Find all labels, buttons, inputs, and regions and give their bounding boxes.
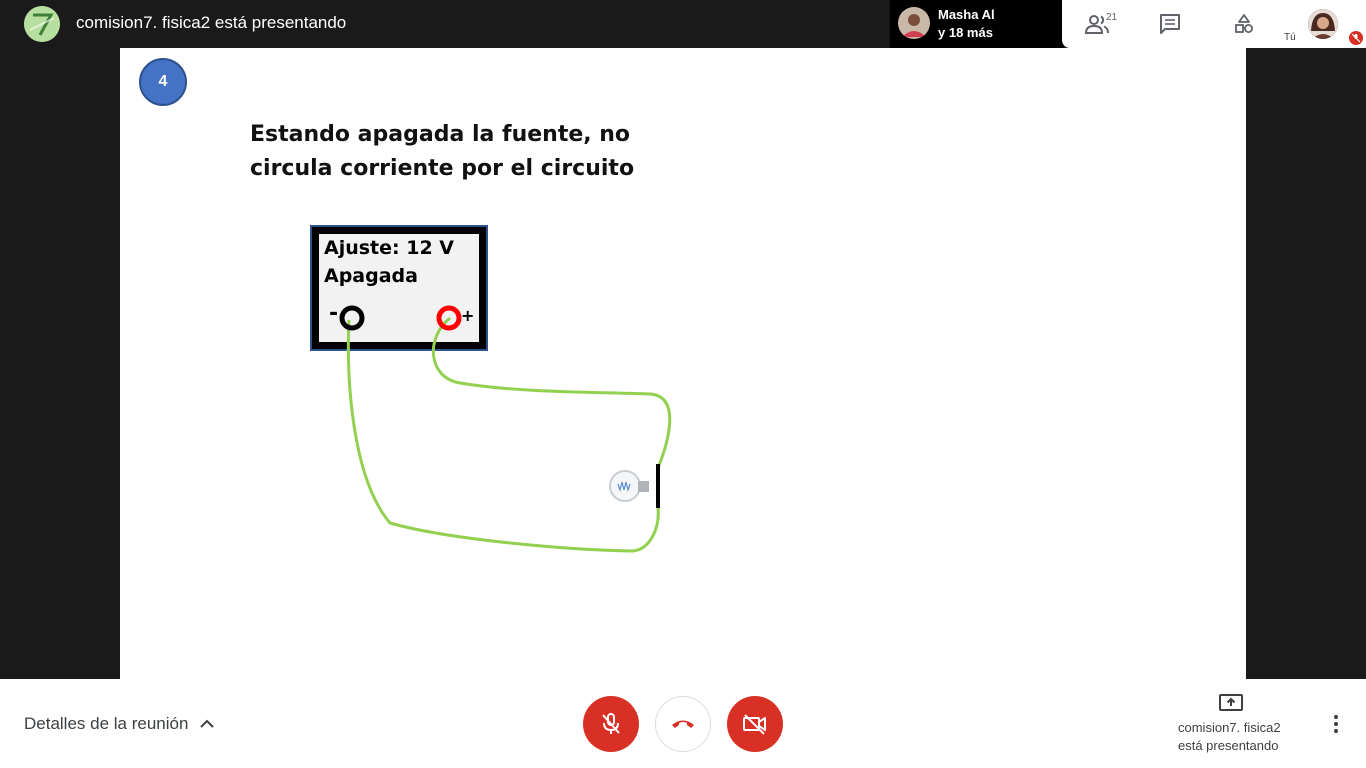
more-vert-icon xyxy=(1334,715,1338,733)
present-screen-icon[interactable] xyxy=(1219,693,1243,718)
more-options-button[interactable] xyxy=(1322,712,1350,736)
bottom-bar: Detalles de la reunión comision7. fisica… xyxy=(0,679,1366,768)
presenting-status-line1: comision7. fisica2 xyxy=(1178,720,1281,735)
camera-toggle-button[interactable] xyxy=(727,696,783,752)
meeting-details-button[interactable]: Detalles de la reunión xyxy=(24,714,215,734)
power-supply: Ajuste: 12 V Apagada xyxy=(310,225,488,351)
self-label: Tú xyxy=(1284,32,1296,43)
participant-more-count: y 18 más xyxy=(938,25,993,40)
mic-off-icon xyxy=(602,713,620,734)
people-count-badge: 21 xyxy=(1106,12,1118,23)
self-avatar[interactable] xyxy=(1308,9,1338,39)
slide-heading-line1: Estando apagada la fuente, no xyxy=(250,122,631,147)
microphone-toggle-button[interactable] xyxy=(583,696,639,752)
camera-off-icon xyxy=(743,714,766,735)
slide-number-text: 4 xyxy=(158,73,168,90)
presenter-avatar xyxy=(24,6,60,42)
participant-avatar xyxy=(898,7,930,39)
top-right-panel: 21 Tú xyxy=(1062,0,1366,48)
presenter-title: comision7. fisica2 está presentando xyxy=(76,13,347,32)
participants-chip[interactable]: Masha Al y 18 más xyxy=(890,0,1064,48)
slide-heading-line2: circula corriente por el circuito xyxy=(250,156,635,181)
power-supply-panel: Ajuste: 12 V Apagada xyxy=(319,234,479,342)
slide-number: 4 xyxy=(139,58,187,106)
chat-icon[interactable] xyxy=(1156,10,1184,38)
presentation-slide: 4 Estando apagada la fuente, no circula … xyxy=(120,48,1246,679)
chevron-up-icon xyxy=(200,719,215,728)
top-bar: comision7. fisica2 está presentando Mash… xyxy=(0,0,1366,48)
meeting-details-label: Detalles de la reunión xyxy=(24,714,189,733)
hang-up-icon xyxy=(672,720,694,728)
negative-wire xyxy=(346,319,660,553)
activities-icon[interactable] xyxy=(1230,10,1258,38)
presenting-status-line2: está presentando xyxy=(1178,738,1279,753)
slide-heading: Estando apagada la fuente, no circula co… xyxy=(250,118,670,186)
participant-name: Masha Al xyxy=(938,7,995,22)
light-bulb-icon xyxy=(609,464,660,508)
power-supply-state: Apagada xyxy=(324,265,418,287)
power-supply-setting: Ajuste: 12 V xyxy=(324,237,454,259)
mic-off-badge-icon xyxy=(1349,31,1363,45)
leave-call-button[interactable] xyxy=(655,696,711,752)
